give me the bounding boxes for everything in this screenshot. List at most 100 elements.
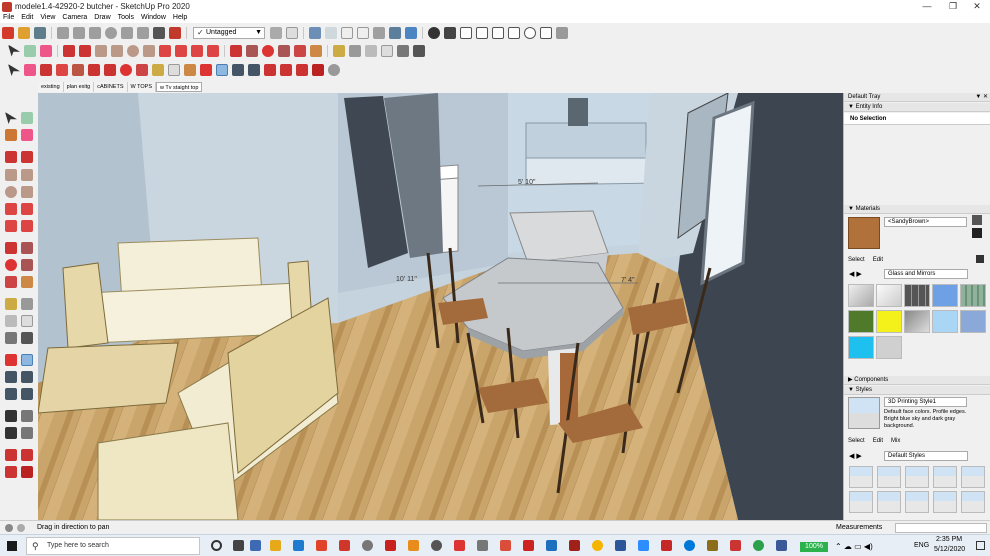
zoomwindow-side-icon[interactable] <box>21 371 33 383</box>
section-plane-icon[interactable] <box>21 427 33 439</box>
credits-icon[interactable] <box>17 524 25 532</box>
style-name-field[interactable]: 3D Printing Style1 <box>884 397 967 407</box>
offset-side-icon[interactable] <box>21 276 33 288</box>
menu-edit[interactable]: Edit <box>21 13 33 23</box>
app-icon[interactable] <box>408 540 419 551</box>
rotate-tool-icon[interactable] <box>120 64 132 76</box>
tray-controls[interactable]: ▼ ✕ <box>975 93 988 102</box>
zoom-app-icon[interactable] <box>638 540 649 551</box>
geo-location-icon[interactable] <box>5 524 13 532</box>
arc-icon[interactable] <box>159 44 171 57</box>
zoom-extents-icon[interactable] <box>248 64 260 76</box>
close-button[interactable]: ✕ <box>964 0 990 13</box>
material-swatch[interactable] <box>876 336 902 359</box>
scene-tab-plan-exitg[interactable]: plan exitg <box>63 82 95 92</box>
style-thumbnail[interactable] <box>961 466 985 488</box>
material-swatch[interactable] <box>932 310 958 333</box>
protractor-side-icon[interactable] <box>5 315 17 327</box>
materials-header[interactable]: ▼ Materials <box>844 205 990 214</box>
cortana-icon[interactable] <box>211 540 222 551</box>
new-model-icon[interactable] <box>2 26 14 39</box>
windows-start-icon[interactable] <box>7 541 17 551</box>
menu-camera[interactable]: Camera <box>62 13 87 23</box>
app-icon[interactable] <box>707 540 718 551</box>
scale-side-icon[interactable] <box>5 276 17 288</box>
tray-icons[interactable]: ⌃ ☁ ▭ ◀) <box>835 542 873 551</box>
line-icon[interactable] <box>63 44 75 57</box>
rotated-rectangle-icon[interactable] <box>111 44 123 57</box>
material-swatch[interactable] <box>960 284 986 307</box>
app-icon[interactable] <box>523 540 534 551</box>
line-side-icon[interactable] <box>5 151 17 163</box>
eraser-icon[interactable] <box>40 44 52 57</box>
warehouse-side-icon[interactable] <box>5 449 17 461</box>
scale-icon[interactable] <box>294 44 306 57</box>
style-library-select[interactable]: Default Styles <box>884 451 968 461</box>
material-library-select[interactable]: Glass and Mirrors <box>884 269 968 279</box>
tag-select[interactable]: ✓ Untagged ▼ <box>193 26 265 39</box>
layout-side-icon[interactable] <box>5 466 17 478</box>
style-thumbnail[interactable] <box>877 466 901 488</box>
axes-side-icon[interactable] <box>5 332 17 344</box>
dimension-icon[interactable] <box>349 44 361 57</box>
circle-side-icon[interactable] <box>5 186 17 198</box>
print-icon[interactable] <box>153 26 165 39</box>
nav-back-icon[interactable]: ◀ ▶ <box>849 270 862 278</box>
style-thumbnail[interactable] <box>905 466 929 488</box>
restore-button[interactable]: ❐ <box>940 0 966 13</box>
app-icon[interactable] <box>316 540 327 551</box>
menu-tools[interactable]: Tools <box>118 13 134 23</box>
rotrect-side-icon[interactable] <box>21 169 33 181</box>
right-view-icon[interactable] <box>492 26 504 39</box>
move-side-icon[interactable] <box>5 242 17 254</box>
create-material-icon[interactable] <box>972 215 982 225</box>
chrome-icon[interactable] <box>592 540 603 551</box>
redo-icon[interactable] <box>137 26 149 39</box>
tape-tool-icon[interactable] <box>152 64 164 76</box>
layout-icon[interactable] <box>296 64 308 76</box>
arc-side-icon[interactable] <box>5 203 17 215</box>
paint-icon[interactable] <box>5 129 17 141</box>
freehand-side-icon[interactable] <box>21 151 33 163</box>
polygon-icon[interactable] <box>143 44 155 57</box>
material-swatch[interactable] <box>848 310 874 333</box>
open-icon[interactable] <box>18 26 30 39</box>
edge-icon[interactable] <box>684 540 695 551</box>
zoomext-side-icon[interactable] <box>5 388 17 400</box>
text-side-icon[interactable] <box>21 315 33 327</box>
position-camera-icon[interactable] <box>5 410 17 422</box>
minimize-button[interactable]: — <box>914 0 940 13</box>
shape-tool-icon[interactable] <box>72 64 84 76</box>
pushpull-side-icon[interactable] <box>21 242 33 254</box>
material-swatch[interactable] <box>876 284 902 307</box>
scene-tab-existing[interactable]: existing <box>38 82 64 92</box>
three-point-arc-icon[interactable] <box>191 44 203 57</box>
two-point-arc-icon[interactable] <box>175 44 187 57</box>
erase-icon[interactable] <box>105 26 117 39</box>
material-swatch[interactable] <box>932 284 958 307</box>
zoom-icon[interactable] <box>232 64 244 76</box>
push-pull-icon[interactable] <box>246 44 258 57</box>
app-icon[interactable] <box>385 540 396 551</box>
monochrome-icon[interactable] <box>405 26 417 39</box>
hidden-line-icon[interactable] <box>357 26 369 39</box>
arc2-side-icon[interactable] <box>21 203 33 215</box>
current-material-swatch[interactable] <box>848 217 880 249</box>
scale-tool-icon[interactable] <box>136 64 148 76</box>
material-name-field[interactable]: <SandyBrown> <box>884 217 967 227</box>
rect-side-icon[interactable] <box>5 169 17 181</box>
undo-icon[interactable] <box>121 26 133 39</box>
app-icon[interactable] <box>293 540 304 551</box>
pie-icon[interactable] <box>207 44 219 57</box>
menu-help[interactable]: Help <box>173 13 187 23</box>
followme-side-icon[interactable] <box>21 259 33 271</box>
orbit-icon[interactable] <box>200 64 212 76</box>
orbit-side-icon[interactable] <box>5 354 17 366</box>
copy-icon[interactable] <box>73 26 85 39</box>
material-swatch[interactable] <box>848 284 874 307</box>
language-indicator[interactable]: ENG <box>914 542 929 549</box>
taskbar-search[interactable]: ⚲ Type here to search <box>26 537 200 555</box>
eyedropper-icon[interactable] <box>976 255 984 263</box>
offset-icon[interactable] <box>310 44 322 57</box>
previous-side-icon[interactable] <box>21 388 33 400</box>
